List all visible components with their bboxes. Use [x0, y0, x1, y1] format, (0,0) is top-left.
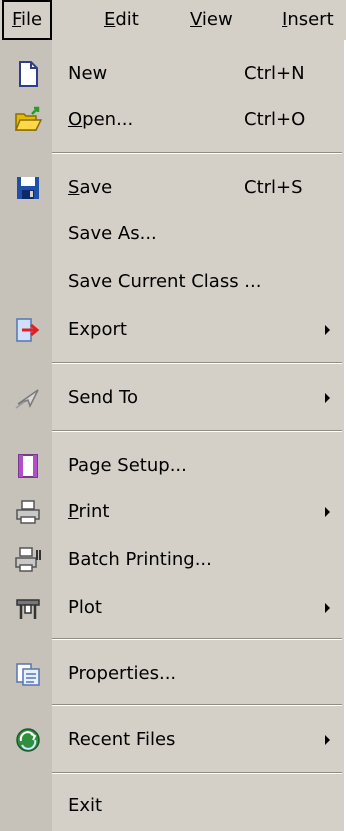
separator [52, 772, 342, 774]
plot-label: Plot [68, 597, 102, 618]
print-label: Print [68, 501, 110, 522]
menu-item-export[interactable]: Export [0, 310, 346, 350]
separator [52, 638, 342, 640]
menu-item-new[interactable]: New Ctrl+N [0, 54, 346, 94]
open-label: Open... [68, 109, 134, 130]
file-dropdown-menu: New Ctrl+N Open... Ctrl+O Save Ctrl+S Sa… [0, 40, 346, 831]
menu-file[interactable]: File [2, 0, 53, 40]
save-as-label: Save As... [68, 223, 157, 244]
page-setup-label: Page Setup... [68, 455, 187, 476]
plotter-icon [14, 594, 42, 622]
batch-printer-icon [14, 546, 42, 574]
floppy-disk-icon [14, 174, 42, 202]
new-shortcut: Ctrl+N [244, 63, 305, 84]
menu-bar: File Edit View Insert [0, 0, 346, 40]
properties-label: Properties... [68, 663, 177, 684]
separator [52, 152, 342, 154]
send-to-label: Send To [68, 387, 139, 408]
submenu-arrow-icon [325, 507, 330, 517]
separator [52, 430, 342, 432]
submenu-arrow-icon [325, 325, 330, 335]
exit-label: Exit [68, 795, 103, 816]
properties-icon [14, 660, 42, 688]
menu-edit[interactable]: Edit [104, 0, 139, 40]
menu-item-page-setup[interactable]: Page Setup... [0, 446, 346, 486]
open-folder-icon [14, 106, 43, 134]
menu-item-batch-printing[interactable]: Batch Printing... [0, 540, 346, 580]
menu-item-send-to[interactable]: Send To [0, 378, 346, 418]
menu-insert[interactable]: Insert [282, 0, 334, 40]
menu-item-print[interactable]: Print [0, 492, 346, 532]
new-label: New [68, 63, 108, 84]
menu-item-open[interactable]: Open... Ctrl+O [0, 100, 346, 140]
menu-item-save-as[interactable]: Save As... [0, 214, 346, 254]
menu-item-recent-files[interactable]: Recent Files [0, 720, 346, 760]
submenu-arrow-icon [325, 393, 330, 403]
export-arrow-icon [14, 316, 42, 344]
submenu-arrow-icon [325, 735, 330, 745]
separator [52, 362, 342, 364]
menu-item-properties[interactable]: Properties... [0, 654, 346, 694]
recent-files-label: Recent Files [68, 729, 176, 750]
send-plane-icon [14, 384, 42, 412]
recent-files-icon [14, 726, 42, 754]
save-shortcut: Ctrl+S [244, 177, 303, 198]
export-label: Export [68, 319, 127, 340]
page-setup-icon [14, 452, 42, 480]
save-label: Save [68, 177, 113, 198]
printer-icon [14, 498, 42, 526]
menu-item-save-current-class[interactable]: Save Current Class ... [0, 262, 346, 302]
menu-item-save[interactable]: Save Ctrl+S [0, 168, 346, 208]
separator [52, 704, 342, 706]
save-current-class-label: Save Current Class ... [68, 271, 262, 292]
new-document-icon [14, 60, 42, 88]
open-shortcut: Ctrl+O [244, 109, 306, 130]
menu-item-exit[interactable]: Exit [0, 786, 346, 826]
batch-printing-label: Batch Printing... [68, 549, 212, 570]
menu-item-plot[interactable]: Plot [0, 588, 346, 628]
submenu-arrow-icon [325, 603, 330, 613]
icon-gutter [0, 40, 52, 831]
menu-view[interactable]: View [190, 0, 233, 40]
